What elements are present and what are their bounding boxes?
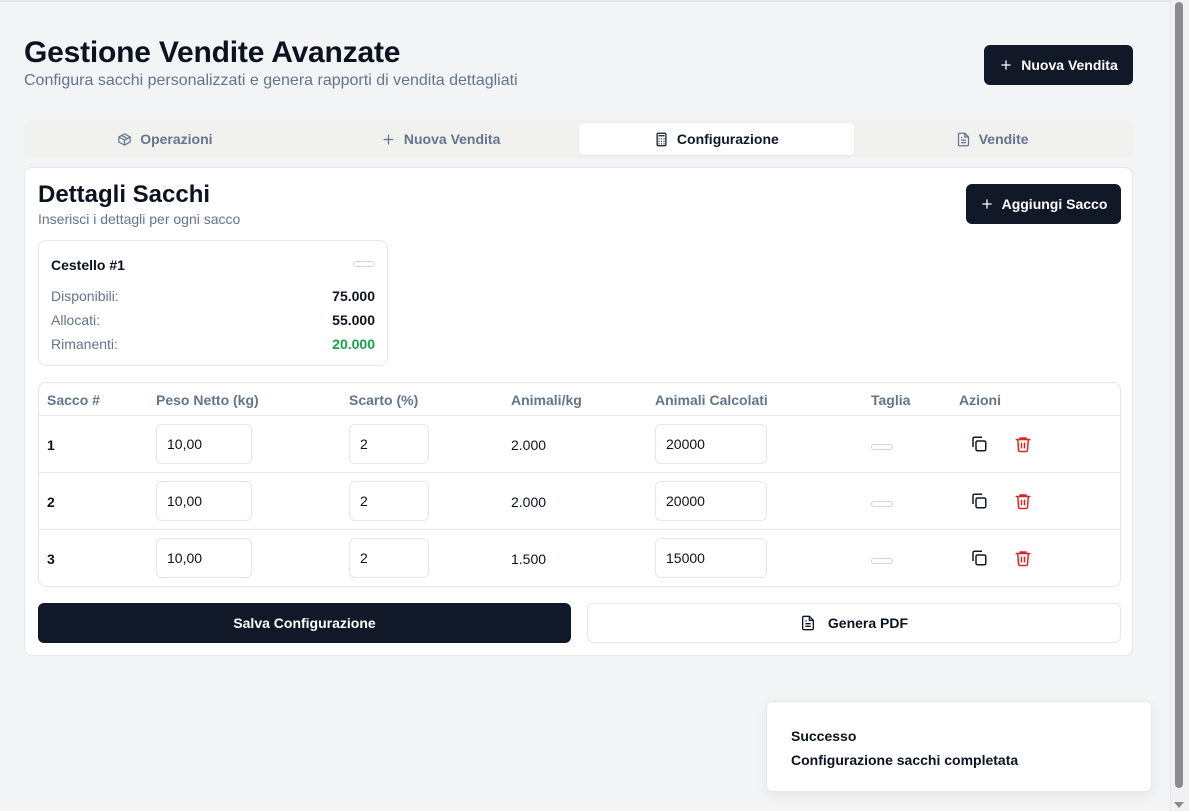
size-badge — [871, 558, 893, 564]
basket-badge — [353, 261, 375, 267]
waste-input[interactable]: 2 — [349, 481, 429, 521]
waste-input[interactable]: 2 — [349, 424, 429, 464]
column-header: Taglia — [871, 392, 911, 408]
available-label: Disponibili: — [51, 288, 119, 304]
new-sale-button-label: Nuova Vendita — [1021, 57, 1118, 73]
table-row: 2 10,00 2 2.000 20000 — [39, 473, 1120, 530]
size-badge — [871, 501, 893, 507]
table-row: 1 10,00 2 2.000 20000 — [39, 416, 1120, 473]
basket-summary-card: Cestello #1 Disponibili: 75.000 Allocati… — [38, 240, 388, 366]
save-button-label: Salva Configurazione — [233, 615, 376, 631]
file-text-icon — [801, 615, 814, 631]
tab-label: Vendite — [978, 131, 1029, 147]
sack-number: 1 — [47, 437, 55, 453]
trash-icon[interactable] — [1014, 549, 1032, 567]
sack-number: 3 — [47, 551, 55, 567]
plus-icon — [383, 134, 394, 144]
animals-per-kg: 2.000 — [511, 437, 547, 453]
tab-label: Configurazione — [676, 131, 779, 147]
top-border — [0, 0, 1170, 2]
tab-nuova-vendita[interactable]: Nuova Vendita — [303, 123, 579, 155]
save-configuration-button[interactable]: Salva Configurazione — [38, 603, 571, 643]
net-weight-input[interactable]: 10,00 — [156, 538, 252, 578]
net-weight-input[interactable]: 10,00 — [156, 424, 252, 464]
add-sack-button-label: Aggiungi Sacco — [1001, 196, 1108, 212]
remaining-value: 20.000 — [332, 336, 375, 352]
card-subtitle: Inserisci i dettagli per ogni sacco — [38, 211, 241, 227]
table-row: 3 10,00 2 1.500 15000 — [39, 530, 1120, 587]
card-title: Dettagli Sacchi — [38, 181, 211, 208]
toast-title: Successo — [791, 728, 857, 744]
net-weight-input[interactable]: 10,00 — [156, 481, 252, 521]
sacks-table: Sacco # Peso Netto (kg) Scarto (%) Anima… — [38, 382, 1121, 587]
basket-name: Cestello #1 — [51, 257, 125, 273]
column-header: Scarto (%) — [349, 392, 419, 408]
animals-calculated-input[interactable]: 20000 — [655, 481, 767, 521]
file-text-icon — [957, 132, 969, 146]
toast-description: Configurazione sacchi completata — [791, 752, 1019, 768]
tab-configurazione[interactable]: Configurazione — [578, 123, 855, 155]
available-value: 75.000 — [332, 288, 375, 304]
trash-icon[interactable] — [1014, 435, 1032, 453]
available-row: Disponibili: 75.000 — [51, 288, 375, 304]
column-header: Sacco # — [47, 392, 100, 408]
column-header: Peso Netto (kg) — [156, 392, 259, 408]
copy-icon[interactable] — [970, 492, 988, 510]
package-icon — [118, 132, 131, 146]
allocated-value: 55.000 — [332, 312, 375, 328]
page-header: Gestione Vendite Avanzate Configura sacc… — [24, 36, 518, 90]
tab-label: Operazioni — [140, 131, 213, 147]
copy-icon[interactable] — [970, 549, 988, 567]
sack-number: 2 — [47, 494, 55, 510]
scrollbar-thumb[interactable] — [1175, 2, 1183, 788]
tab-vendite[interactable]: Vendite — [854, 123, 1130, 155]
tab-bar: Operazioni Nuova Vendita Configurazione … — [24, 120, 1133, 158]
calculator-icon — [656, 132, 667, 146]
trash-icon[interactable] — [1014, 492, 1032, 510]
generate-pdf-button[interactable]: Genera PDF — [587, 603, 1121, 643]
plus-icon — [1001, 60, 1011, 70]
size-badge — [871, 444, 893, 450]
animals-calculated-input[interactable]: 15000 — [655, 538, 767, 578]
scroll-down-arrow-icon[interactable] — [1174, 802, 1184, 808]
allocated-label: Allocati: — [51, 312, 101, 328]
animals-calculated-input[interactable]: 20000 — [655, 424, 767, 464]
tab-label: Nuova Vendita — [403, 131, 501, 147]
column-header: Azioni — [959, 392, 1001, 408]
success-toast[interactable]: Successo Configurazione sacchi completat… — [766, 701, 1152, 792]
tab-operazioni[interactable]: Operazioni — [27, 123, 303, 155]
sacks-details-card: Dettagli Sacchi Inserisci i dettagli per… — [24, 167, 1133, 656]
animals-per-kg: 1.500 — [511, 551, 547, 567]
animals-per-kg: 2.000 — [511, 494, 547, 510]
copy-icon[interactable] — [970, 435, 988, 453]
waste-input[interactable]: 2 — [349, 538, 429, 578]
allocated-row: Allocati: 55.000 — [51, 312, 375, 328]
plus-icon — [981, 199, 992, 209]
remaining-label: Rimanenti: — [51, 336, 118, 352]
page-subtitle: Configura sacchi personalizzati e genera… — [24, 72, 518, 89]
page-title: Gestione Vendite Avanzate — [24, 36, 401, 69]
column-header: Animali Calcolati — [655, 392, 768, 408]
new-sale-button[interactable]: Nuova Vendita — [984, 45, 1133, 85]
column-header: Animali/kg — [511, 392, 582, 408]
pdf-button-label: Genera PDF — [827, 615, 909, 631]
table-header: Sacco # Peso Netto (kg) Scarto (%) Anima… — [39, 383, 1120, 416]
remaining-row: Rimanenti: 20.000 — [51, 336, 375, 352]
add-sack-button[interactable]: Aggiungi Sacco — [966, 184, 1121, 224]
scrollbar[interactable] — [1170, 0, 1189, 811]
